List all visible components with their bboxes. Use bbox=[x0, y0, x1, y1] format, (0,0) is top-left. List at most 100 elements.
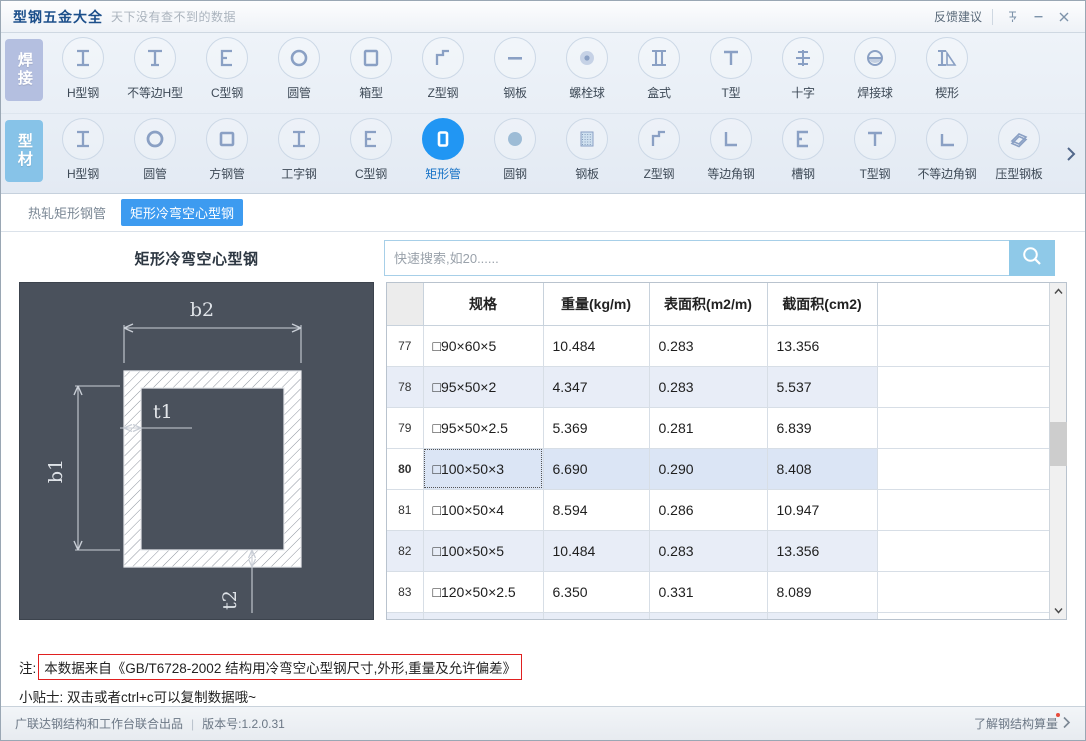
cell-area[interactable]: 13.356 bbox=[767, 325, 877, 366]
ribbon-item-wedge[interactable]: 楔形 bbox=[911, 37, 983, 101]
cell-area[interactable]: 8.089 bbox=[767, 571, 877, 612]
cell-surface[interactable]: 0.331 bbox=[649, 571, 767, 612]
cell-spec[interactable]: □120×50×2.5 bbox=[423, 571, 543, 612]
ribbon-item-unequal-h[interactable]: 不等边H型 bbox=[119, 37, 191, 101]
unequal-angle-icon bbox=[926, 118, 968, 160]
chevron-up-icon[interactable] bbox=[1050, 283, 1067, 300]
ribbon-item-rect-tube[interactable]: 矩形管 bbox=[407, 118, 479, 182]
ribbon-item-t-section-weld[interactable]: T型 bbox=[695, 37, 767, 101]
chevron-right-icon[interactable] bbox=[1061, 141, 1081, 167]
ribbon-item-channel[interactable]: 槽钢 bbox=[767, 118, 839, 182]
cell-weight[interactable]: 5.369 bbox=[543, 407, 649, 448]
pin-icon[interactable] bbox=[999, 7, 1025, 27]
table-vertical-scrollbar[interactable] bbox=[1049, 283, 1066, 619]
ribbon-item-z-section-weld[interactable]: Z型钢 bbox=[407, 37, 479, 101]
cell-area[interactable]: 5.537 bbox=[767, 366, 877, 407]
cell-surface[interactable]: 0.281 bbox=[649, 407, 767, 448]
feedback-link[interactable]: 反馈建议 bbox=[934, 8, 982, 25]
c-channel-icon bbox=[350, 118, 392, 160]
table-row[interactable]: 84 □120×50×3 7.543 0.330 9.608 bbox=[387, 612, 1049, 619]
cell-surface[interactable]: 0.283 bbox=[649, 530, 767, 571]
ribbon-item-steel-plate-prof[interactable]: 钢板 bbox=[551, 118, 623, 182]
ribbon-item-z-section-prof[interactable]: Z型钢 bbox=[623, 118, 695, 182]
cell-surface[interactable]: 0.286 bbox=[649, 489, 767, 530]
ribbon-item-box-section[interactable]: 箱型 bbox=[335, 37, 407, 101]
cell-area[interactable]: 8.408 bbox=[767, 448, 877, 489]
ribbon-item-label: 钢板 bbox=[575, 165, 599, 182]
ribbon-item-h-beam-prof[interactable]: H型钢 bbox=[47, 118, 119, 182]
cell-spec[interactable]: □100×50×4 bbox=[423, 489, 543, 530]
ribbon-item-round-bar[interactable]: 圆钢 bbox=[479, 118, 551, 182]
cell-weight[interactable]: 7.543 bbox=[543, 612, 649, 619]
ribbon-item-equal-angle[interactable]: 等边角钢 bbox=[695, 118, 767, 182]
table-row[interactable]: 81 □100×50×4 8.594 0.286 10.947 bbox=[387, 489, 1049, 530]
dimension-label-b1: b1 bbox=[45, 459, 67, 483]
cell-spec[interactable]: □95×50×2.5 bbox=[423, 407, 543, 448]
ribbon-item-welded-ball[interactable]: 焊接球 bbox=[839, 37, 911, 101]
app-slogan: 天下没有查不到的数据 bbox=[111, 8, 236, 25]
ribbon-item-profiled-plate[interactable]: 压型钢板 bbox=[983, 118, 1055, 182]
learn-more-link[interactable]: 了解钢结构算量 bbox=[974, 715, 1071, 732]
cell-weight[interactable]: 4.347 bbox=[543, 366, 649, 407]
cell-surface[interactable]: 0.330 bbox=[649, 612, 767, 619]
ribbon-item-t-section-prof[interactable]: T型钢 bbox=[839, 118, 911, 182]
scrollbar-track[interactable] bbox=[1050, 300, 1067, 602]
t-section-icon bbox=[854, 118, 896, 160]
minimize-icon[interactable] bbox=[1025, 7, 1051, 27]
ribbon-item-label: C型钢 bbox=[211, 84, 243, 101]
cell-area[interactable]: 10.947 bbox=[767, 489, 877, 530]
search-button[interactable] bbox=[1009, 240, 1055, 276]
cell-surface[interactable]: 0.283 bbox=[649, 325, 767, 366]
ribbon-item-c-channel-weld[interactable]: C型钢 bbox=[191, 37, 263, 101]
cell-spec[interactable]: □95×50×2 bbox=[423, 366, 543, 407]
cell-weight[interactable]: 8.594 bbox=[543, 489, 649, 530]
ribbon-item-i-beam-prof[interactable]: 工字钢 bbox=[263, 118, 335, 182]
cell-filler bbox=[877, 407, 1049, 448]
chevron-right-icon bbox=[1062, 716, 1071, 732]
scrollbar-thumb[interactable] bbox=[1050, 422, 1067, 466]
ribbon-item-c-channel-prof[interactable]: C型钢 bbox=[335, 118, 407, 182]
cell-spec[interactable]: □100×50×3 bbox=[423, 448, 543, 489]
cell-surface[interactable]: 0.283 bbox=[649, 366, 767, 407]
cell-weight[interactable]: 10.484 bbox=[543, 530, 649, 571]
cell-weight[interactable]: 6.690 bbox=[543, 448, 649, 489]
cell-spec[interactable]: □90×60×5 bbox=[423, 325, 543, 366]
tab-cold-formed-hollow[interactable]: 矩形冷弯空心型钢 bbox=[121, 199, 243, 226]
cell-filler bbox=[877, 489, 1049, 530]
cell-spec[interactable]: □100×50×5 bbox=[423, 530, 543, 571]
table-row[interactable]: 77 □90×60×5 10.484 0.283 13.356 bbox=[387, 325, 1049, 366]
col-header-area[interactable]: 截面积(cm2) bbox=[767, 283, 877, 325]
ribbon-item-round-pipe-weld[interactable]: 圆管 bbox=[263, 37, 335, 101]
col-header-weight[interactable]: 重量(kg/m) bbox=[543, 283, 649, 325]
table-row[interactable]: 82 □100×50×5 10.484 0.283 13.356 bbox=[387, 530, 1049, 571]
table-row[interactable]: 78 □95×50×2 4.347 0.283 5.537 bbox=[387, 366, 1049, 407]
ribbon-item-box-type[interactable]: 盒式 bbox=[623, 37, 695, 101]
col-header-rownum[interactable] bbox=[387, 283, 423, 325]
table-row[interactable]: 79 □95×50×2.5 5.369 0.281 6.839 bbox=[387, 407, 1049, 448]
ribbon-item-h-beam-weld[interactable]: H型钢 bbox=[47, 37, 119, 101]
cell-area[interactable]: 6.839 bbox=[767, 407, 877, 448]
search-input[interactable] bbox=[384, 240, 1009, 276]
ribbon-item-round-pipe-prof[interactable]: 圆管 bbox=[119, 118, 191, 182]
chevron-down-icon[interactable] bbox=[1050, 602, 1067, 619]
ribbon-item-steel-plate-weld[interactable]: 钢板 bbox=[479, 37, 551, 101]
ribbon-item-label: 方钢管 bbox=[209, 165, 244, 182]
col-header-spec[interactable]: 规格 bbox=[423, 283, 543, 325]
table-row[interactable]: 83 □120×50×2.5 6.350 0.331 8.089 bbox=[387, 571, 1049, 612]
ribbon-item-bolt-ball[interactable]: 螺栓球 bbox=[551, 37, 623, 101]
close-icon[interactable] bbox=[1051, 7, 1077, 27]
cell-surface[interactable]: 0.290 bbox=[649, 448, 767, 489]
ribbon-item-cross-section[interactable]: 十字 bbox=[767, 37, 839, 101]
table-row-selected[interactable]: 80 □100×50×3 6.690 0.290 8.408 bbox=[387, 448, 1049, 489]
col-header-surface[interactable]: 表面积(m2/m) bbox=[649, 283, 767, 325]
cell-weight[interactable]: 10.484 bbox=[543, 325, 649, 366]
ribbon-item-square-tube[interactable]: 方钢管 bbox=[191, 118, 263, 182]
tab-hot-rolled-rect-pipe[interactable]: 热轧矩形钢管 bbox=[19, 199, 115, 226]
ribbon-tag-welding[interactable]: 焊接 bbox=[5, 39, 43, 101]
ribbon-item-unequal-angle[interactable]: 不等边角钢 bbox=[911, 118, 983, 182]
cell-weight[interactable]: 6.350 bbox=[543, 571, 649, 612]
cell-area[interactable]: 9.608 bbox=[767, 612, 877, 619]
cell-spec[interactable]: □120×50×3 bbox=[423, 612, 543, 619]
cell-area[interactable]: 13.356 bbox=[767, 530, 877, 571]
ribbon-tag-profile[interactable]: 型材 bbox=[5, 120, 43, 182]
